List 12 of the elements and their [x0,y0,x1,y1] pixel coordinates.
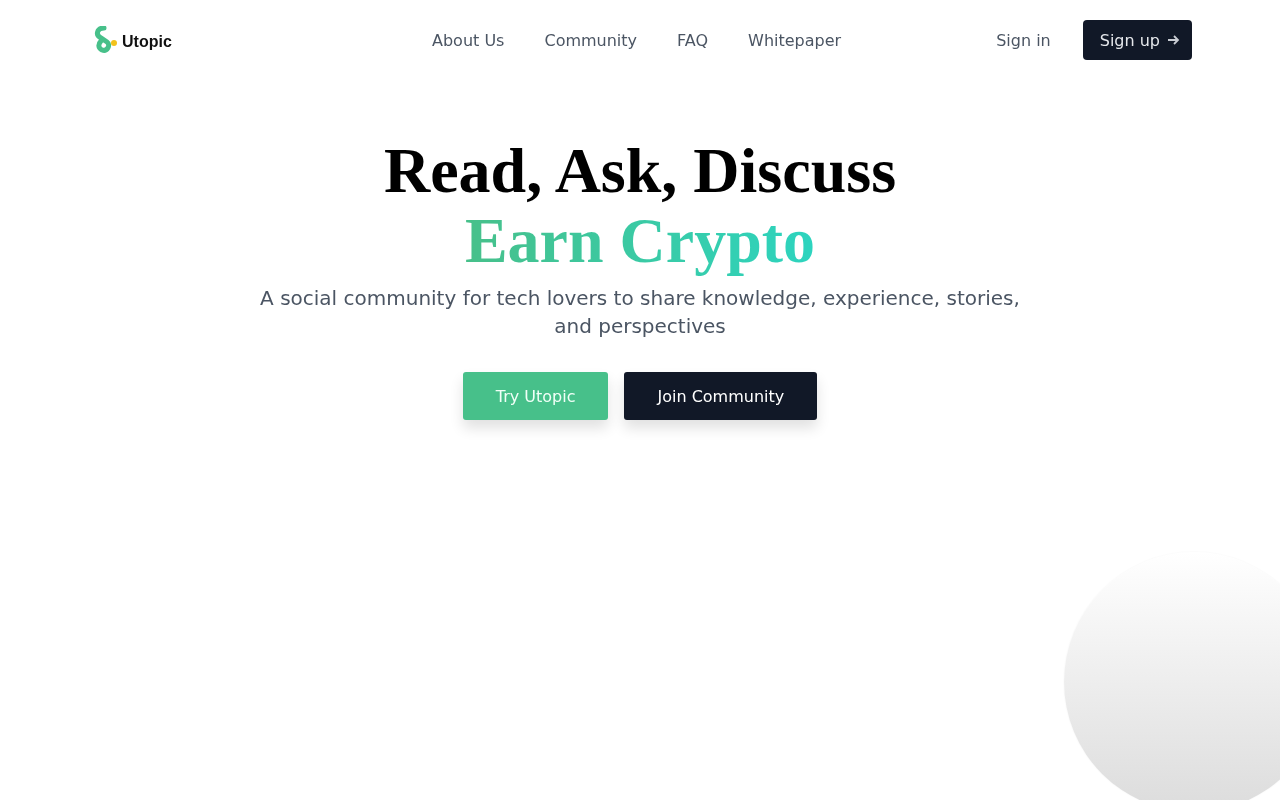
logo-icon [92,26,118,54]
nav-link[interactable]: Community [544,30,638,50]
logo-text: Utopic [122,33,172,51]
join-button[interactable]: Join Community [624,372,818,420]
nav-link[interactable]: FAQ [677,30,709,50]
sign-up-button[interactable]: Sign up [1082,20,1192,60]
arrow-right-icon [1167,34,1180,46]
sign-in-link[interactable]: Sign in [996,30,1051,50]
hero-subtitle: A social community for tech lovers to share knowledge, experience, stories, and perspectives [259,285,1021,340]
nav-link[interactable]: About Us [432,30,505,50]
hero-title: Read, Ask, Discuss [383,136,897,206]
nav-link[interactable]: Whitepaper [748,30,842,50]
